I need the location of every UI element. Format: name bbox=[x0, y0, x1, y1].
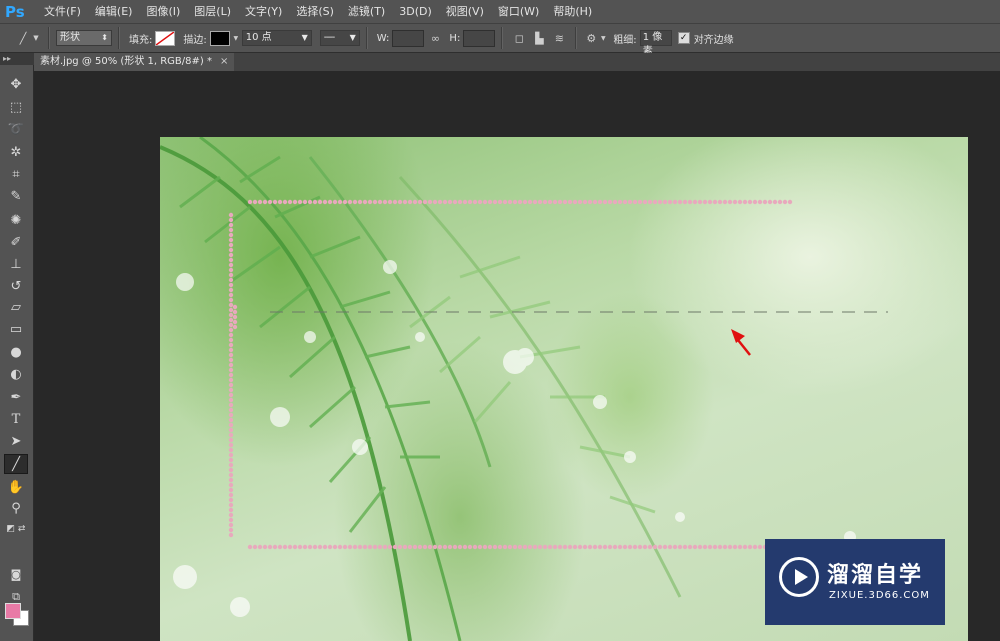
chevron-down-icon[interactable]: ▼ bbox=[232, 35, 240, 42]
path-alignment-icon[interactable]: ▙ bbox=[529, 32, 549, 45]
document-tab[interactable]: 素材.jpg @ 50% (形状 1, RGB/8#) * × bbox=[34, 53, 235, 71]
default-colors-icon[interactable]: ◩ ⇄ bbox=[4, 519, 28, 539]
link-icon[interactable]: ∞ bbox=[424, 32, 446, 45]
menu-items: 文件(F) 编辑(E) 图像(I) 图层(L) 文字(Y) 选择(S) 滤镜(T… bbox=[37, 0, 599, 23]
align-edges-label: 对齐边缘 bbox=[693, 34, 734, 46]
stroke-size-select[interactable]: 10 点 ▼ bbox=[241, 30, 312, 46]
menu-view[interactable]: 视图(V) bbox=[439, 0, 491, 23]
dodge-tool-icon[interactable]: ◐ bbox=[4, 365, 28, 385]
watermark-subtitle: ZIXUE.3D66.COM bbox=[829, 590, 930, 601]
gradient-tool-icon[interactable]: ▭ bbox=[4, 320, 28, 340]
watermark-badge: 溜溜自学 ZIXUE.3D66.COM bbox=[765, 539, 945, 625]
weight-label: 粗细: bbox=[613, 34, 637, 46]
gear-icon[interactable]: ⚙ bbox=[583, 32, 599, 45]
width-label: W: bbox=[376, 32, 390, 44]
height-label: H: bbox=[449, 32, 461, 44]
close-icon[interactable]: × bbox=[220, 56, 228, 67]
menu-edit[interactable]: 编辑(E) bbox=[88, 0, 140, 23]
lasso-tool-icon[interactable]: ➰ bbox=[4, 120, 28, 140]
menu-window[interactable]: 窗口(W) bbox=[491, 0, 546, 23]
line-tool-icon[interactable]: ╱ bbox=[4, 454, 28, 474]
menu-select[interactable]: 选择(S) bbox=[289, 0, 341, 23]
app-logo: Ps bbox=[5, 2, 25, 21]
eraser-tool-icon[interactable]: ▱ bbox=[4, 298, 28, 318]
tools-panel: ✥ ⬚ ➰ ✲ ⌗ ✎ ✺ ✐ ⊥ ↺ ▱ ▭ ● ◐ ✒ T ➤ ╱ ✋ ⚲ … bbox=[0, 65, 34, 641]
menu-layer[interactable]: 图层(L) bbox=[187, 0, 238, 23]
stroke-type-select[interactable]: ---- ▼ bbox=[319, 30, 360, 46]
marquee-tool-icon[interactable]: ⬚ bbox=[4, 98, 28, 118]
magic-wand-tool-icon[interactable]: ✲ bbox=[4, 143, 28, 163]
document-tabs: 素材.jpg @ 50% (形状 1, RGB/8#) * × bbox=[34, 53, 1000, 71]
clone-stamp-tool-icon[interactable]: ⊥ bbox=[4, 255, 28, 275]
chevron-down-icon[interactable]: ▼ bbox=[30, 34, 42, 42]
path-arrangement-icon[interactable]: ≋ bbox=[549, 32, 569, 45]
quick-mask-icon[interactable]: ◙ bbox=[4, 565, 28, 585]
history-brush-tool-icon[interactable]: ↺ bbox=[4, 277, 28, 297]
dash-line-icon: ---- bbox=[323, 32, 335, 43]
path-operations-icon[interactable]: ◻ bbox=[509, 32, 529, 45]
spot-healing-tool-icon[interactable]: ✺ bbox=[4, 211, 28, 231]
panel-collapse-arrows[interactable]: ▸▸ bbox=[0, 53, 34, 65]
eyedropper-tool-icon[interactable]: ✎ bbox=[4, 187, 28, 207]
stroke-label: 描边: bbox=[183, 34, 207, 46]
type-tool-icon[interactable]: T bbox=[4, 410, 28, 430]
align-edges-checkbox[interactable]: ✓ bbox=[677, 32, 690, 44]
hand-tool-icon[interactable]: ✋ bbox=[4, 478, 28, 498]
fern-photo bbox=[160, 137, 856, 641]
width-input[interactable] bbox=[392, 29, 425, 47]
menu-file[interactable]: 文件(F) bbox=[37, 0, 88, 23]
pen-tool-icon[interactable]: ✒ bbox=[4, 388, 28, 408]
document-tab-title: 素材.jpg @ 50% (形状 1, RGB/8#) * bbox=[40, 56, 212, 67]
fill-swatch[interactable] bbox=[155, 30, 176, 46]
menu-3d[interactable]: 3D(D) bbox=[392, 0, 439, 23]
line-tool-preset-icon[interactable]: ╱ bbox=[16, 32, 30, 45]
tool-mode-value: 形状 bbox=[60, 32, 80, 43]
menu-bar: Ps 文件(F) 编辑(E) 图像(I) 图层(L) 文字(Y) 选择(S) 滤… bbox=[0, 0, 1000, 23]
chevron-down-icon[interactable]: ▼ bbox=[599, 35, 607, 42]
stroke-size-value: 10 点 bbox=[245, 32, 272, 43]
path-selection-tool-icon[interactable]: ➤ bbox=[4, 432, 28, 452]
foreground-color-swatch[interactable] bbox=[5, 603, 21, 619]
menu-help[interactable]: 帮助(H) bbox=[546, 0, 599, 23]
fill-label: 填充: bbox=[129, 34, 153, 46]
watermark-title: 溜溜自学 bbox=[827, 563, 924, 588]
menu-filter[interactable]: 滤镜(T) bbox=[341, 0, 392, 23]
options-bar: ╱ ▼ 形状 ⬍ 填充: 描边: ▼ 10 点 ▼ ---- ▼ W: ∞ H: ◻ … bbox=[0, 23, 1000, 57]
brush-tool-icon[interactable]: ✐ bbox=[4, 233, 28, 253]
weight-input[interactable]: 1 像素 bbox=[639, 30, 672, 57]
crop-tool-icon[interactable]: ⌗ bbox=[4, 165, 28, 185]
stroke-swatch[interactable] bbox=[209, 30, 230, 46]
height-input[interactable] bbox=[463, 29, 496, 47]
play-icon bbox=[779, 557, 819, 597]
red-arrow-annotation bbox=[731, 329, 751, 356]
move-tool-icon[interactable]: ✥ bbox=[4, 75, 28, 95]
zoom-tool-icon[interactable]: ⚲ bbox=[4, 499, 28, 519]
menu-image[interactable]: 图像(I) bbox=[139, 0, 187, 23]
tool-mode-select[interactable]: 形状 ⬍ bbox=[56, 30, 112, 46]
blur-tool-icon[interactable]: ● bbox=[4, 343, 28, 363]
menu-type[interactable]: 文字(Y) bbox=[238, 0, 289, 23]
